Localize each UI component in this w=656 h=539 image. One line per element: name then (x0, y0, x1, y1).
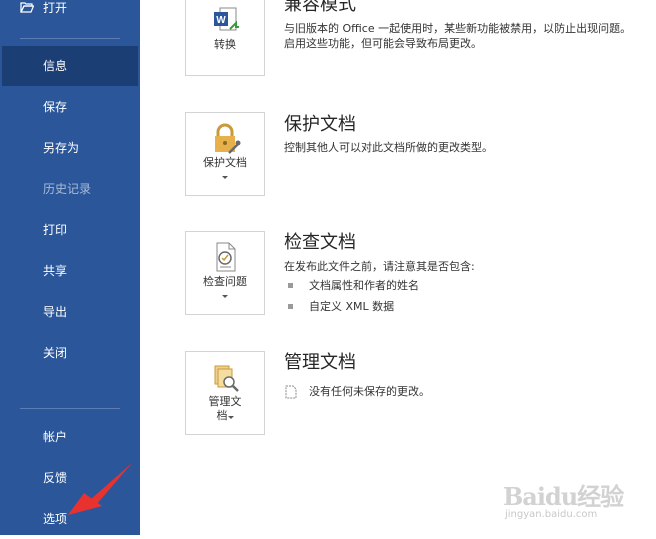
sidebar-divider (20, 408, 120, 409)
watermark-text: Baidu经验 (503, 482, 624, 511)
sidebar-item-save[interactable]: 保存 (0, 87, 140, 127)
compat-desc-1: 与旧版本的 Office 一起使用时，某些新功能被禁用，以防止出现问题。 (284, 22, 632, 35)
sidebar-divider (20, 38, 120, 39)
sidebar-item-history: 历史记录 (0, 169, 140, 209)
inspect-document-icon (216, 242, 236, 272)
manage-document-label-2: 档 (216, 409, 228, 422)
baidu-watermark: Baidu经验 jingyan.baidu.com (503, 473, 653, 528)
manage-desc: 没有任何未保存的更改。 (309, 385, 430, 398)
sidebar-item-print[interactable]: 打印 (0, 210, 140, 250)
sidebar-item-account[interactable]: 帐户 (0, 417, 140, 457)
sidebar-item-label: 打开 (43, 1, 68, 15)
sidebar-item-close[interactable]: 关闭 (0, 333, 140, 373)
sidebar-item-label: 打印 (43, 223, 68, 237)
lock-key-icon (215, 123, 241, 154)
sidebar-item-info[interactable]: 信息 (2, 46, 138, 86)
sidebar-item-save-as[interactable]: 另存为 (0, 128, 140, 168)
chevron-down-icon (222, 176, 228, 179)
manage-document-button[interactable]: 管理文 档 (185, 351, 265, 435)
check-issues-button[interactable]: 检查问题 (185, 231, 265, 315)
sidebar-item-label: 历史记录 (43, 182, 92, 196)
chevron-down-icon (228, 416, 234, 419)
svg-text:W: W (216, 15, 226, 26)
sidebar-item-share[interactable]: 共享 (0, 251, 140, 291)
protect-desc: 控制其他人可以对此文档所做的更改类型。 (284, 141, 493, 154)
sidebar-item-label: 共享 (43, 264, 68, 278)
protect-document-button[interactable]: 保护文档 (185, 112, 265, 196)
manage-document-label-1: 管理文 (208, 395, 242, 408)
sidebar-item-open[interactable]: 打开 (0, 0, 140, 28)
sidebar-item-export[interactable]: 导出 (0, 292, 140, 332)
inspect-desc: 在发布此文件之前，请注意其是否包含: (284, 260, 475, 273)
sidebar-item-label: 信息 (43, 59, 68, 73)
convert-label: 转换 (214, 38, 236, 51)
unsaved-document-icon (285, 385, 297, 399)
annotation-arrow-icon (68, 463, 132, 515)
manage-versions-icon (214, 365, 239, 392)
sidebar-item-label: 另存为 (43, 141, 80, 155)
watermark-url: jingyan.baidu.com (505, 509, 598, 520)
bullet-icon (288, 304, 293, 309)
protect-document-label: 保护文档 (203, 156, 247, 169)
sidebar-item-label: 帐户 (43, 430, 68, 444)
sidebar-item-label: 保存 (43, 100, 68, 114)
convert-button[interactable]: W 转换 (185, 0, 265, 76)
compat-desc-2: 启用这些功能，但可能会导致布局更改。 (284, 37, 482, 50)
chevron-down-icon (222, 295, 228, 298)
inspect-bullet-2: 自定义 XML 数据 (309, 300, 395, 313)
sidebar-item-label: 导出 (43, 305, 68, 319)
manage-title: 管理文档 (284, 352, 356, 373)
backstage-sidebar: 打开 信息 保存 另存为 历史记录 打印 共享 导出 关闭 帐户 反馈 选项 (0, 0, 140, 535)
check-issues-label: 检查问题 (203, 275, 247, 288)
bullet-icon (288, 283, 293, 288)
inspect-bullet-1: 文档属性和作者的姓名 (309, 279, 419, 292)
folder-open-icon (20, 2, 34, 13)
sidebar-item-label: 关闭 (43, 346, 68, 360)
compat-title: 兼容模式 (284, 0, 356, 15)
word-convert-icon: W (214, 7, 239, 31)
protect-title: 保护文档 (284, 114, 356, 135)
inspect-title: 检查文档 (284, 232, 356, 253)
